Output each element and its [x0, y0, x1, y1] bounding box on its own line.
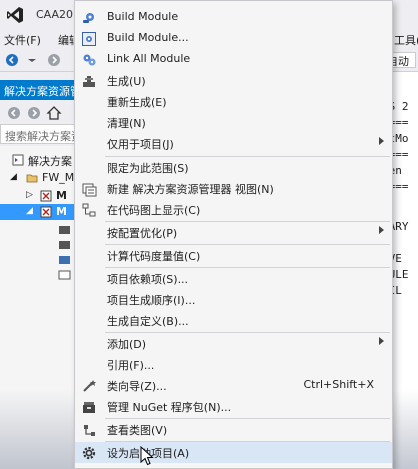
link-all-module-icon [83, 54, 96, 66]
menu-item-new-explorer-view[interactable]: 新建 解决方案资源管理器 视图(N) [75, 178, 392, 199]
submenu-arrow-icon [379, 337, 384, 345]
class-diagram-icon [84, 425, 95, 436]
build-module-dialog-icon [82, 32, 96, 46]
menu-item-project-dependencies[interactable]: 项目依赖项(S)... [75, 268, 392, 289]
tree-item-module-selected[interactable]: ◢ M [0, 204, 76, 220]
code-map-icon [82, 203, 96, 217]
menu-item-class-wizard[interactable]: 类向导(Z)... Ctrl+Shift+X [75, 375, 392, 396]
menu-item-scope-to-this[interactable]: 限定为此范围(S) [75, 157, 392, 178]
new-view-icon [82, 183, 97, 197]
menu-item-project-only[interactable]: 仅用于项目(J) [75, 133, 392, 154]
nuget-icon [83, 402, 95, 413]
solution-icon [12, 154, 24, 166]
mouse-pointer-icon [140, 446, 154, 466]
submenu-arrow-icon [379, 137, 384, 145]
forward-icon[interactable] [26, 105, 42, 121]
project-icon [40, 206, 52, 218]
back-icon[interactable] [6, 105, 22, 121]
menu-item-build-module[interactable]: Build Module [75, 7, 392, 28]
class-wizard-icon [83, 380, 96, 392]
home-icon[interactable] [46, 105, 62, 121]
menu-item-build-module-dialog[interactable]: Build Module... [75, 28, 392, 49]
tree-item-module[interactable]: ▷ M [0, 188, 76, 204]
menu-item-rebuild[interactable]: 重新生成(E) [75, 91, 392, 112]
submenu-arrow-icon [379, 226, 384, 234]
menu-item-manage-nuget-packages[interactable]: 管理 NuGet 程序包(N)... [75, 396, 392, 417]
menu-item-build[interactable]: 生成(U) [75, 70, 392, 91]
menu-file[interactable]: 文件(F) [4, 32, 41, 48]
menu-item-project-build-order[interactable]: 项目生成顺序(I)... [75, 289, 392, 310]
menu-item-calculate-code-metrics[interactable]: 计算代码度量值(C) [75, 245, 392, 266]
collapse-arrow-icon[interactable]: ▷ [26, 190, 33, 200]
tree-item-solution[interactable]: 解决方案 [0, 152, 76, 168]
tree-item-framework[interactable]: ◢ FW_M [0, 170, 76, 186]
expand-arrow-icon[interactable]: ◢ [10, 172, 17, 182]
app-title: CAA2019 [36, 8, 76, 21]
menu-item-add[interactable]: 添加(D) [75, 333, 392, 354]
expand-arrow-icon[interactable]: ◢ [26, 206, 33, 216]
menu-item-profile-guided-optimization[interactable]: 按配置优化(P) [75, 222, 392, 243]
folder-icon [26, 174, 38, 183]
file-icons [58, 226, 71, 280]
menu-item-clean[interactable]: 清理(N) [75, 112, 392, 133]
forward-icon[interactable] [46, 52, 62, 68]
menu-tools[interactable]: 工具(T [394, 32, 418, 48]
visual-studio-logo-icon [7, 7, 23, 23]
context-menu: Build Module Build Module... Link All Mo… [74, 0, 393, 469]
menu-item-set-as-startup-project[interactable]: 设为启动项目(A) [75, 442, 392, 463]
gear-icon [82, 446, 96, 460]
dropdown-arrow-icon[interactable] [24, 52, 40, 68]
menu-item-build-customizations[interactable]: 生成自定义(B)... [75, 310, 392, 331]
back-icon[interactable] [4, 52, 20, 68]
solution-explorer-toolbar [0, 102, 76, 124]
solution-explorer-search[interactable]: 搜索解决方案资源管理器 [0, 124, 76, 144]
menu-item-references[interactable]: 引用(F)... [75, 354, 392, 375]
solution-explorer-header[interactable]: 解决方案资源管理器 [0, 80, 76, 100]
project-icon [40, 190, 52, 202]
menu-item-view-class-diagram[interactable]: 查看类图(V) [75, 419, 392, 440]
menu-item-link-all-module[interactable]: Link All Module [75, 49, 392, 70]
menu-item-show-on-code-map[interactable]: 在代码图上显示(C) [75, 199, 392, 220]
build-icon [83, 76, 95, 87]
build-module-icon [83, 13, 94, 23]
